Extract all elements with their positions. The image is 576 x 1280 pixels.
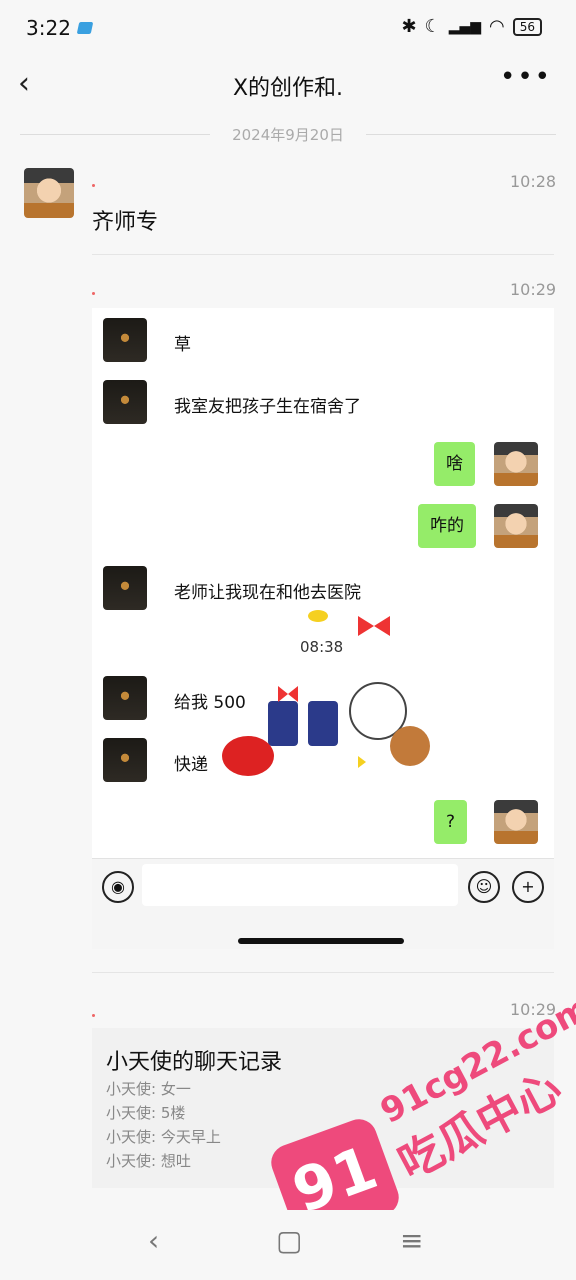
avatar bbox=[494, 504, 538, 548]
avatar[interactable] bbox=[24, 168, 74, 218]
date-separator: 2024年9月20日 bbox=[232, 126, 344, 144]
moon-icon: ☾ bbox=[424, 16, 441, 37]
chat-bubble-right: 啥 bbox=[434, 442, 475, 486]
unread-dot bbox=[92, 292, 95, 295]
status-bar: 3:22 ✱ ☾ ▂▄▆ ◠ 56 bbox=[0, 0, 576, 56]
nav-back-icon[interactable]: ‹ bbox=[148, 1224, 159, 1257]
more-icon[interactable]: ••• bbox=[500, 62, 552, 92]
nav-home-icon[interactable]: ▢ bbox=[276, 1224, 302, 1257]
avatar bbox=[103, 380, 147, 424]
nav-menu-icon[interactable]: ≡ bbox=[400, 1224, 423, 1257]
message-text[interactable]: 齐师专 bbox=[92, 204, 158, 236]
system-nav-bar: ‹ ▢ ≡ bbox=[0, 1210, 576, 1280]
app-notification-icon bbox=[76, 22, 94, 34]
avatar bbox=[103, 318, 147, 362]
timestamp: 08:38 bbox=[300, 638, 344, 656]
divider bbox=[92, 972, 554, 973]
chat-row-text: 草 bbox=[174, 335, 191, 355]
chat-bubble-right: ? bbox=[434, 800, 468, 844]
status-time: 3:22 bbox=[26, 16, 71, 40]
message-time: 10:29 bbox=[510, 280, 557, 299]
chat-row-text: 我室友把孩子生在宿舍了 bbox=[174, 397, 361, 417]
message-input bbox=[142, 864, 458, 906]
message-time: 10:28 bbox=[510, 172, 557, 191]
avatar bbox=[103, 738, 147, 782]
divider bbox=[92, 254, 554, 255]
status-icons: ✱ ☾ ▂▄▆ ◠ 56 bbox=[401, 16, 542, 37]
bluetooth-icon: ✱ bbox=[401, 16, 417, 37]
avatar bbox=[103, 566, 147, 610]
emoji-icon: ☺ bbox=[468, 871, 500, 903]
chat-row-text: 给我 500 bbox=[174, 693, 246, 713]
plus-icon: + bbox=[512, 871, 544, 903]
wifi-icon: ◠ bbox=[489, 16, 505, 37]
avatar bbox=[494, 800, 538, 844]
chat-row-text: 快递 bbox=[174, 755, 208, 775]
unread-dot bbox=[92, 1014, 95, 1017]
chat-record-line: 小天使: 想吐 bbox=[106, 1152, 191, 1170]
avatar bbox=[103, 676, 147, 720]
avatar bbox=[494, 442, 538, 486]
bow-shape bbox=[358, 616, 390, 636]
chat-record-line: 小天使: 今天早上 bbox=[106, 1128, 221, 1146]
unread-dot bbox=[92, 184, 95, 187]
home-indicator bbox=[238, 938, 404, 944]
signal-icon: ▂▄▆ bbox=[448, 18, 481, 35]
chat-bubble-right: 咋的 bbox=[418, 504, 476, 548]
chat-record-line: 小天使: 5楼 bbox=[106, 1104, 186, 1122]
chat-row-text: 老师让我现在和他去医院 bbox=[174, 583, 361, 603]
battery-icon: 56 bbox=[512, 17, 542, 36]
voice-icon: ◉ bbox=[102, 871, 134, 903]
chat-record-line: 小天使: 女一 bbox=[106, 1080, 191, 1098]
page-title: X的创作和. bbox=[232, 76, 344, 101]
